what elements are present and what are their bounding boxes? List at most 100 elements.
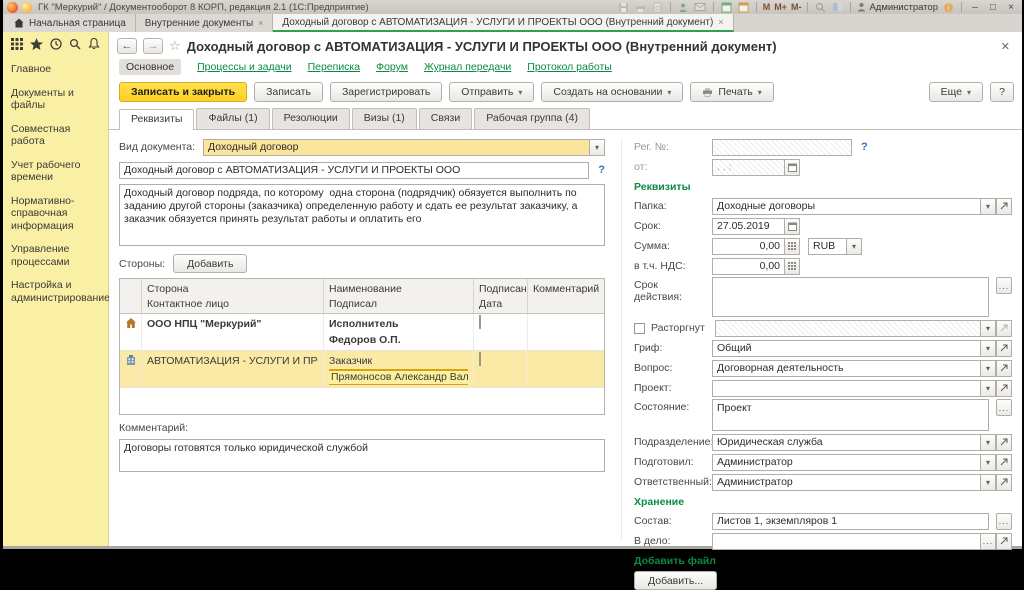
ellipsis-button[interactable]: ... <box>996 277 1012 294</box>
doc-name-field[interactable] <box>119 162 589 179</box>
add-party-button[interactable]: Добавить <box>173 254 247 273</box>
ellipsis-button[interactable]: ... <box>980 533 996 550</box>
col-name[interactable]: Наименование <box>329 281 468 296</box>
zoom-icon[interactable] <box>814 1 827 13</box>
save-and-close-button[interactable]: Записать и закрыть <box>119 82 247 102</box>
close-form-icon[interactable]: ✕ <box>997 40 1014 53</box>
tab-links[interactable]: Связи <box>419 108 472 129</box>
signed-checkbox[interactable] <box>479 352 481 366</box>
due-field[interactable]: 27.05.2019 <box>712 218 784 235</box>
search-icon[interactable] <box>69 38 81 50</box>
tab-resolutions[interactable]: Резолюции <box>272 108 350 129</box>
menu-grid-icon[interactable] <box>11 38 23 50</box>
ellipsis-button[interactable]: ... <box>996 513 1012 530</box>
save-button[interactable]: Записать <box>254 82 323 102</box>
open-icon[interactable] <box>996 340 1012 357</box>
close-window-button[interactable]: × <box>1004 2 1018 13</box>
col-party[interactable]: Сторона <box>147 281 318 296</box>
chevron-down-icon[interactable]: ▾ <box>980 454 996 471</box>
col-contact[interactable]: Контактное лицо <box>147 296 318 311</box>
chevron-down-icon[interactable]: ▾ <box>980 198 996 215</box>
help-icon[interactable]: ? <box>861 141 868 153</box>
send-button[interactable]: Отправить▾ <box>449 82 534 102</box>
table-empty-area[interactable] <box>120 388 604 414</box>
nav-link-main[interactable]: Основное <box>119 59 181 75</box>
save-icon[interactable] <box>617 1 630 13</box>
chevron-down-icon[interactable]: ▾ <box>589 139 605 156</box>
planner-icon[interactable] <box>737 1 750 13</box>
department-field[interactable]: Юридическая служба <box>712 434 980 451</box>
composition-field[interactable]: Листов 1, экземпляров 1 <box>712 513 989 530</box>
chevron-down-icon[interactable]: ▾ <box>846 238 862 255</box>
signed-checkbox[interactable] <box>479 315 481 329</box>
minimize-button[interactable]: – <box>968 2 982 13</box>
close-tab-icon[interactable]: × <box>258 18 263 28</box>
signer-edit-field[interactable]: Прямоносов Александр Валерьевич <box>329 369 468 385</box>
nav-link-correspondence[interactable]: Переписка <box>308 61 361 73</box>
vat-field[interactable]: 0,00 <box>712 258 784 275</box>
calendar-icon[interactable] <box>720 1 733 13</box>
tab-workgroup[interactable]: Рабочая группа (4) <box>474 108 590 129</box>
tab-files[interactable]: Файлы (1) <box>196 108 269 129</box>
forward-button[interactable]: → <box>143 38 163 54</box>
project-field[interactable] <box>712 380 980 397</box>
calc-m-plus-button[interactable]: M+ <box>774 2 787 12</box>
preview-icon[interactable] <box>651 1 664 13</box>
calculator-icon[interactable] <box>784 238 800 255</box>
grif-field[interactable]: Общий <box>712 340 980 357</box>
chevron-down-icon[interactable]: ▾ <box>980 434 996 451</box>
favorites-star-icon[interactable] <box>30 38 43 50</box>
calc-m-button[interactable]: M <box>763 2 771 12</box>
doc-kind-field[interactable]: Доходный договор <box>203 139 589 156</box>
print-icon[interactable] <box>634 1 647 13</box>
tab-visas[interactable]: Визы (1) <box>352 108 417 129</box>
question-field[interactable]: Договорная деятельность <box>712 360 980 377</box>
main-menu-icon[interactable] <box>21 2 32 13</box>
chevron-down-icon[interactable]: ▾ <box>980 360 996 377</box>
calendar-icon[interactable] <box>784 218 800 235</box>
calc-m-minus-button[interactable]: M- <box>791 2 802 12</box>
sidebar-item-settings-administration[interactable]: Настройка и администрирование <box>11 279 104 304</box>
open-icon[interactable] <box>996 380 1012 397</box>
col-date[interactable]: Дата <box>479 296 522 311</box>
open-icon[interactable] <box>996 434 1012 451</box>
terminated-checkbox[interactable] <box>634 323 645 334</box>
state-field[interactable]: Проект <box>712 399 989 431</box>
amount-field[interactable]: 0,00 <box>712 238 784 255</box>
nav-link-forum[interactable]: Форум <box>376 61 408 73</box>
info-icon[interactable]: i <box>942 1 955 13</box>
print-button[interactable]: Печать▾ <box>690 82 773 102</box>
chevron-down-icon[interactable]: ▾ <box>980 380 996 397</box>
nav-link-processes[interactable]: Процессы и задачи <box>197 61 291 73</box>
tab-requisites[interactable]: Реквизиты <box>119 109 194 130</box>
section-add-file[interactable]: Добавить файл <box>634 552 1012 569</box>
restore-button[interactable]: □ <box>986 2 1000 13</box>
comment-field[interactable]: Договоры готовятся только юридической сл… <box>119 439 605 472</box>
open-icon[interactable] <box>996 360 1012 377</box>
ellipsis-button[interactable]: ... <box>996 399 1012 416</box>
sidebar-item-time-tracking[interactable]: Учет рабочего времени <box>11 159 104 184</box>
history-clock-icon[interactable] <box>50 38 62 50</box>
validity-field[interactable] <box>712 277 989 317</box>
sidebar-item-main[interactable]: Главное <box>11 63 104 76</box>
responsible-field[interactable]: Администратор <box>712 474 980 491</box>
open-icon[interactable] <box>996 474 1012 491</box>
tab-internal-documents[interactable]: Внутренние документы × <box>136 14 274 32</box>
col-signed[interactable]: Подписан <box>479 281 522 296</box>
col-signed-by[interactable]: Подписал <box>329 296 468 311</box>
sidebar-item-process-management[interactable]: Управление процессами <box>11 243 104 268</box>
open-icon[interactable] <box>996 198 1012 215</box>
help-button[interactable]: ? <box>990 82 1014 102</box>
calculator-icon[interactable] <box>784 258 800 275</box>
table-row[interactable]: ООО НПЦ "Меркурий" ИсполнительФедоров О.… <box>120 314 604 351</box>
notifications-bell-icon[interactable] <box>88 38 100 50</box>
case-field[interactable] <box>712 533 980 550</box>
open-icon[interactable] <box>996 454 1012 471</box>
currency-field[interactable]: RUB <box>808 238 846 255</box>
sidebar-item-documents-files[interactable]: Документы и файлы <box>11 87 104 112</box>
open-icon[interactable] <box>996 533 1012 550</box>
nav-link-work-log[interactable]: Протокол работы <box>527 61 612 73</box>
col-comment[interactable]: Комментарий <box>533 281 599 296</box>
prepared-by-field[interactable]: Администратор <box>712 454 980 471</box>
create-based-on-button[interactable]: Создать на основании▾ <box>541 82 683 102</box>
